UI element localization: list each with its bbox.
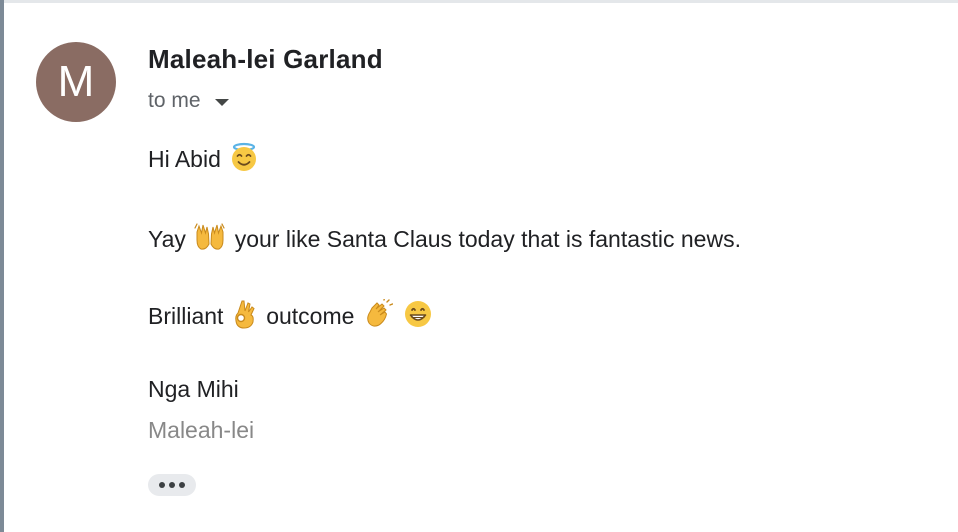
body-text-brilliant: Brilliant [148,303,224,329]
message-signoff: Nga Mihi [148,376,239,402]
show-trimmed-content-button[interactable] [148,474,196,496]
ellipsis-icon-dot [159,482,165,488]
raising-hands-icon [194,222,226,258]
recipient-label: to me [148,89,201,112]
recipient-details-toggle[interactable]: to me [148,89,229,113]
smiling-face-with-halo-icon [229,142,259,178]
grinning-face-icon [403,299,433,335]
sender-name[interactable]: Maleah-lei Garland [148,44,383,75]
message-greeting-line: Hi Abid [148,142,261,178]
greeting-text: Hi Abid [148,146,221,172]
avatar-initial: M [57,57,95,106]
window-top-border [4,0,958,3]
message-body-line-2: Brilliant outcome [148,297,435,335]
clapping-hands-icon [363,297,394,335]
email-message-view: M Maleah-lei Garland to me Hi Abid Yay y… [0,0,958,532]
body-text-santa: your like Santa Claus today that is fant… [234,226,741,252]
ellipsis-icon-dot [169,482,175,488]
body-text-yay: Yay [148,226,186,252]
chevron-down-icon[interactable] [214,98,229,106]
ellipsis-icon-dot [179,482,185,488]
message-body-line-1: Yay your like Santa Claus today that is … [148,222,741,258]
body-text-outcome: outcome [266,303,355,329]
ok-hand-icon [232,299,258,335]
signature-name: Maleah-lei [148,417,255,443]
window-left-border [0,0,4,532]
sender-avatar[interactable]: M [36,42,116,122]
